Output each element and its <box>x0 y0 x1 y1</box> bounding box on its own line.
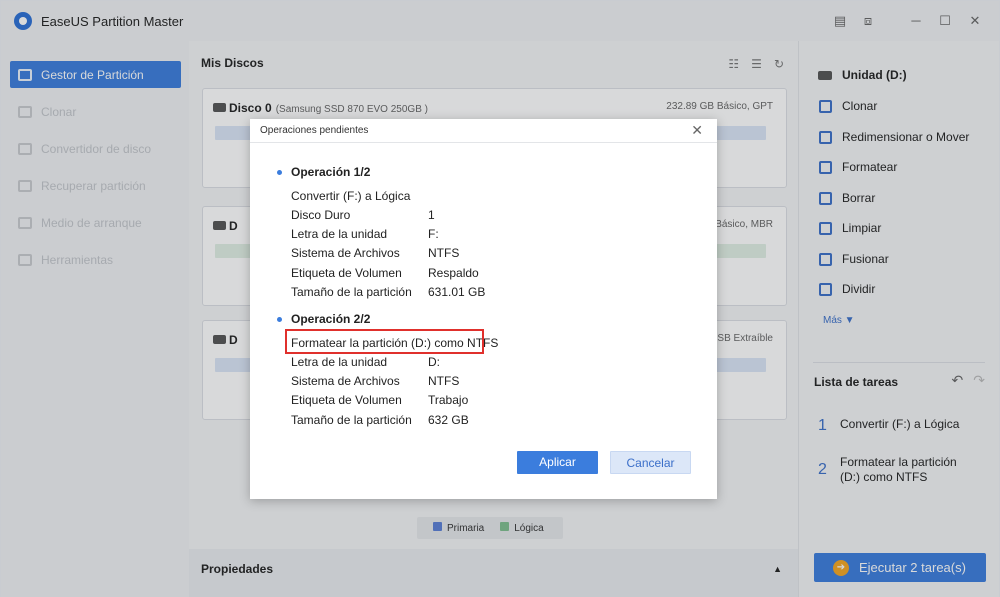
row-key: Disco Duro <box>291 208 351 222</box>
op2-row: Sistema de Archivos NTFS <box>291 374 459 388</box>
close-icon[interactable]: ✕ <box>691 122 703 139</box>
bullet-icon <box>277 169 282 175</box>
operation-2-header: Operación 2/2 <box>277 312 370 326</box>
op1-row: Disco Duro 1 <box>291 208 435 222</box>
operation-1-header: Operación 1/2 <box>277 165 370 179</box>
op2-row: Letra de la unidad D: <box>291 355 440 369</box>
row-key: Letra de la unidad <box>291 227 388 241</box>
row-value: 1 <box>428 208 435 222</box>
op1-row: Tamaño de la partición 631.01 GB <box>291 285 485 299</box>
op2-row: Tamaño de la partición 632 GB <box>291 413 469 427</box>
row-key: Tamaño de la partición <box>291 285 412 299</box>
operation-1-title: Operación 1/2 <box>291 165 371 179</box>
cancel-button[interactable]: Cancelar <box>610 451 691 474</box>
operation-1-action: Convertir (F:) a Lógica <box>291 189 411 203</box>
row-key: Sistema de Archivos <box>291 374 400 388</box>
op1-row: Etiqueta de Volumen Respaldo <box>291 266 479 280</box>
op1-row: Letra de la unidad F: <box>291 227 439 241</box>
dialog-title: Operaciones pendientes <box>260 125 369 136</box>
apply-button[interactable]: Aplicar <box>517 451 598 474</box>
dialog-header: Operaciones pendientes ✕ <box>250 119 717 143</box>
row-value: D: <box>428 355 440 369</box>
bullet-icon <box>277 316 282 322</box>
row-key: Etiqueta de Volumen <box>291 266 402 280</box>
row-value: NTFS <box>428 246 460 260</box>
row-key: Tamaño de la partición <box>291 413 412 427</box>
op1-row: Sistema de Archivos NTFS <box>291 246 459 260</box>
op2-row: Etiqueta de Volumen Trabajo <box>291 393 468 407</box>
row-value: F: <box>428 227 439 241</box>
app-window: EaseUS Partition Master ▤ ⧈ ─ ☐ ✕ Gestor… <box>0 0 1000 597</box>
row-value: 632 GB <box>428 413 469 427</box>
row-value: Trabajo <box>428 393 469 407</box>
row-key: Sistema de Archivos <box>291 246 400 260</box>
row-key: Letra de la unidad <box>291 355 388 369</box>
operation-2-title: Operación 2/2 <box>291 312 371 326</box>
row-key: Etiqueta de Volumen <box>291 393 402 407</box>
row-value: 631.01 GB <box>428 285 486 299</box>
row-value: Respaldo <box>428 266 479 280</box>
highlight-box <box>285 329 484 354</box>
row-value: NTFS <box>428 374 460 388</box>
pending-operations-dialog: Operaciones pendientes ✕ Operación 1/2 C… <box>250 119 717 499</box>
